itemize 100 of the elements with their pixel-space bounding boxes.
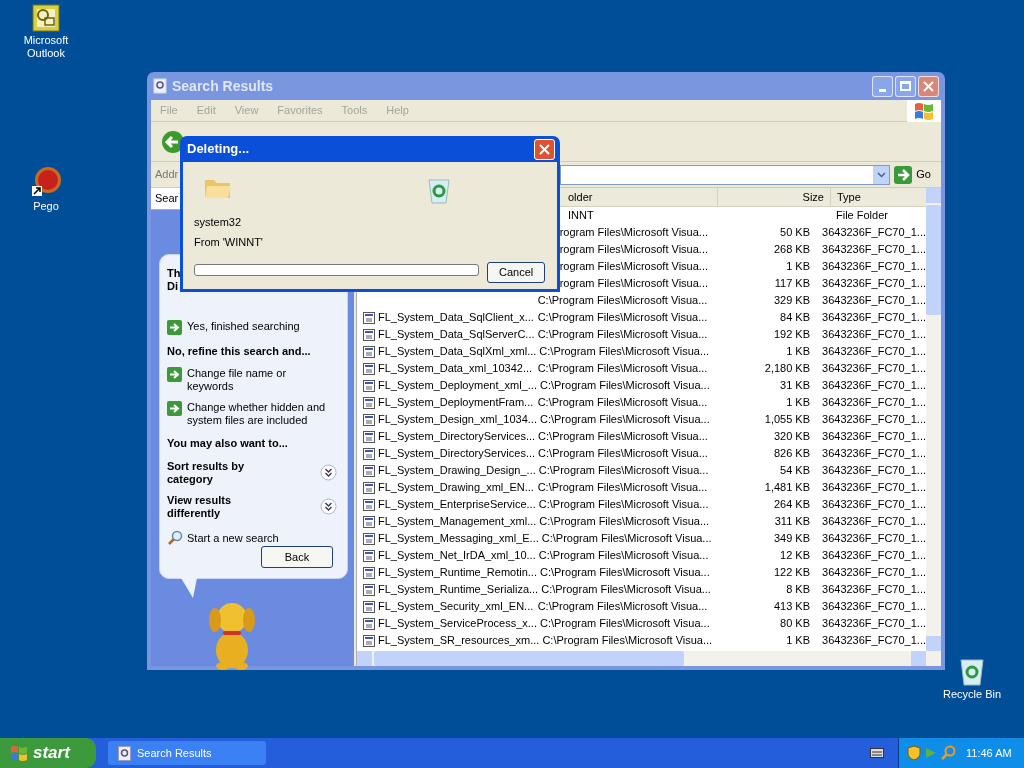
- file-icon: [363, 396, 375, 409]
- file-name[interactable]: FL_System_SR_resources_xm...: [378, 632, 540, 649]
- expander-label[interactable]: View results differently: [167, 493, 287, 520]
- file-size: 192 KB: [773, 328, 811, 341]
- file-name[interactable]: FL_System_DirectoryServices...: [378, 428, 536, 445]
- folder-path: C:\Program Files\Microsoft Visua...: [537, 362, 708, 375]
- file-name[interactable]: FL_System_EnterpriseService...: [378, 496, 536, 513]
- go-button[interactable]: Go: [894, 165, 931, 184]
- file-name[interactable]: FL_System_Messaging_xml_E...: [378, 530, 539, 547]
- arrow-icon: [167, 319, 182, 335]
- file-size: 122 KB: [773, 566, 811, 579]
- dialog-title: Deleting...: [187, 140, 251, 159]
- file-size: 80 KB: [780, 617, 811, 630]
- file-icon: [363, 634, 375, 647]
- horizontal-scrollbar[interactable]: [357, 651, 941, 666]
- cancel-button[interactable]: Cancel: [487, 262, 545, 283]
- folder-path: C:\Program Files\Microsoft Visua...: [541, 532, 712, 545]
- file-name[interactable]: FL_System_Data_SqlServerC...: [378, 326, 535, 343]
- search-window-icon: [118, 745, 131, 761]
- shield-icon[interactable]: [907, 745, 921, 761]
- question-text: Di: [167, 280, 178, 293]
- file-icon: [363, 481, 375, 494]
- file-icon: [363, 362, 375, 375]
- folder-path: INNT: [568, 209, 594, 222]
- windows-logo-icon: [914, 102, 934, 120]
- link-text[interactable]: Start a new search: [187, 529, 279, 546]
- file-size: 320 KB: [773, 430, 811, 443]
- link-text[interactable]: Yes, finished searching: [187, 319, 327, 333]
- file-name[interactable]: FL_System_Drawing_xml_EN...: [378, 479, 534, 496]
- icon-label[interactable]: Microsoft Outlook: [8, 34, 84, 60]
- folder-path: C:\Program Files\Microsoft Visua...: [538, 430, 708, 443]
- expander-label[interactable]: Sort results by category: [167, 459, 287, 486]
- file-size: 1 KB: [786, 634, 811, 647]
- section-heading: No, refine this search and...: [167, 344, 311, 357]
- folder-path: C:\Program Files\Microsoft Visua...: [539, 515, 710, 528]
- file-type: 3643236F_FC70_1...: [822, 243, 926, 256]
- file-type: 3643236F_FC70_1...: [822, 379, 926, 392]
- file-size: 1,481 KB: [764, 481, 811, 494]
- taskbar-button[interactable]: Search Results: [108, 741, 266, 765]
- close-button[interactable]: [918, 75, 939, 97]
- file-size: 1 KB: [786, 345, 811, 358]
- recycle-bin-icon[interactable]: [958, 656, 986, 686]
- file-type: 3643236F_FC70_1...: [822, 413, 926, 426]
- ball-icon[interactable]: [30, 166, 62, 198]
- file-name[interactable]: FL_System_DeploymentFram...: [378, 394, 534, 411]
- file-name[interactable]: FL_System_ServiceProcess_x...: [378, 615, 537, 632]
- icon-label[interactable]: Recycle Bin: [942, 688, 1002, 701]
- file-icon: [363, 617, 375, 630]
- calendar-icon[interactable]: [32, 4, 60, 32]
- file-name[interactable]: FL_System_Drawing_Design_...: [378, 462, 536, 479]
- vertical-scrollbar[interactable]: [926, 188, 941, 651]
- start-button[interactable]: start: [0, 738, 96, 768]
- file-type: 3643236F_FC70_1...: [822, 447, 926, 460]
- file-name[interactable]: FL_System_Security_xml_EN...: [378, 598, 534, 615]
- file-name[interactable]: FL_System_Data_SqlClient_x...: [378, 309, 534, 326]
- file-name[interactable]: FL_System_Data_xml_10342...: [378, 360, 533, 377]
- file-icon: [363, 311, 375, 324]
- file-icon: [363, 379, 375, 392]
- windows-logo-icon: [10, 745, 28, 761]
- file-name[interactable]: FL_System_Design_xml_1034...: [378, 411, 537, 428]
- folder-path: rogram Files\Microsoft Visua...: [559, 260, 708, 273]
- column-header[interactable]: Size: [717, 188, 830, 206]
- dropdown-button[interactable]: [873, 165, 890, 184]
- chevron-down-icon[interactable]: [320, 464, 337, 481]
- file-name[interactable]: FL_System_Net_IrDA_xml_10...: [378, 547, 536, 564]
- file-type: 3643236F_FC70_1...: [822, 549, 926, 562]
- file-size: 826 KB: [773, 447, 811, 460]
- file-size: 50 KB: [780, 226, 811, 239]
- close-button[interactable]: [534, 138, 555, 160]
- section-heading: You may also want to...: [167, 437, 288, 449]
- file-size: 12 KB: [780, 549, 811, 562]
- file-name[interactable]: FL_System_Data_SqlXml_xml...: [378, 343, 537, 360]
- folder-path: C:\Program Files\Microsoft Visua...: [537, 600, 708, 613]
- link-text[interactable]: Change whether hidden and system files are included: [187, 401, 327, 427]
- file-name[interactable]: FL_System_Deployment_xml_...: [378, 377, 537, 394]
- file-size: 329 KB: [773, 294, 811, 307]
- icon-label[interactable]: Pego: [33, 200, 59, 213]
- file-size: 413 KB: [773, 600, 811, 613]
- file-icon: [363, 328, 375, 341]
- file-icon: [363, 583, 375, 596]
- chevron-down-icon[interactable]: [320, 498, 337, 515]
- maximize-button[interactable]: [895, 75, 916, 97]
- address-field[interactable]: [560, 164, 891, 185]
- link-text[interactable]: Change file name or keywords: [187, 367, 327, 393]
- file-size: 84 KB: [780, 311, 811, 324]
- file-name[interactable]: FL_System_DirectoryServices...: [378, 445, 536, 462]
- file-size: 54 KB: [780, 464, 811, 477]
- folder-path: C:\Program Files\Microsoft Visua...: [539, 345, 710, 358]
- file-name[interactable]: FL_System_Management_xml...: [378, 513, 537, 530]
- companion-tab[interactable]: Sear: [155, 190, 179, 207]
- clock: 11:46 AM: [966, 745, 1012, 761]
- folder-path: C:\Program Files\Microsoft Visua...: [537, 396, 708, 409]
- file-type: 3643236F_FC70_1...: [822, 294, 926, 307]
- back-button[interactable]: Back: [261, 546, 333, 568]
- minimize-button[interactable]: [872, 75, 893, 97]
- file-icon: [363, 549, 375, 562]
- file-size: 311 KB: [774, 515, 811, 528]
- file-name[interactable]: FL_System_Runtime_Remotin...: [378, 564, 537, 581]
- file-name[interactable]: FL_System_Runtime_Serializa...: [378, 581, 539, 598]
- folder-path: C:\Program Files\Microsoft Visua...: [541, 583, 711, 596]
